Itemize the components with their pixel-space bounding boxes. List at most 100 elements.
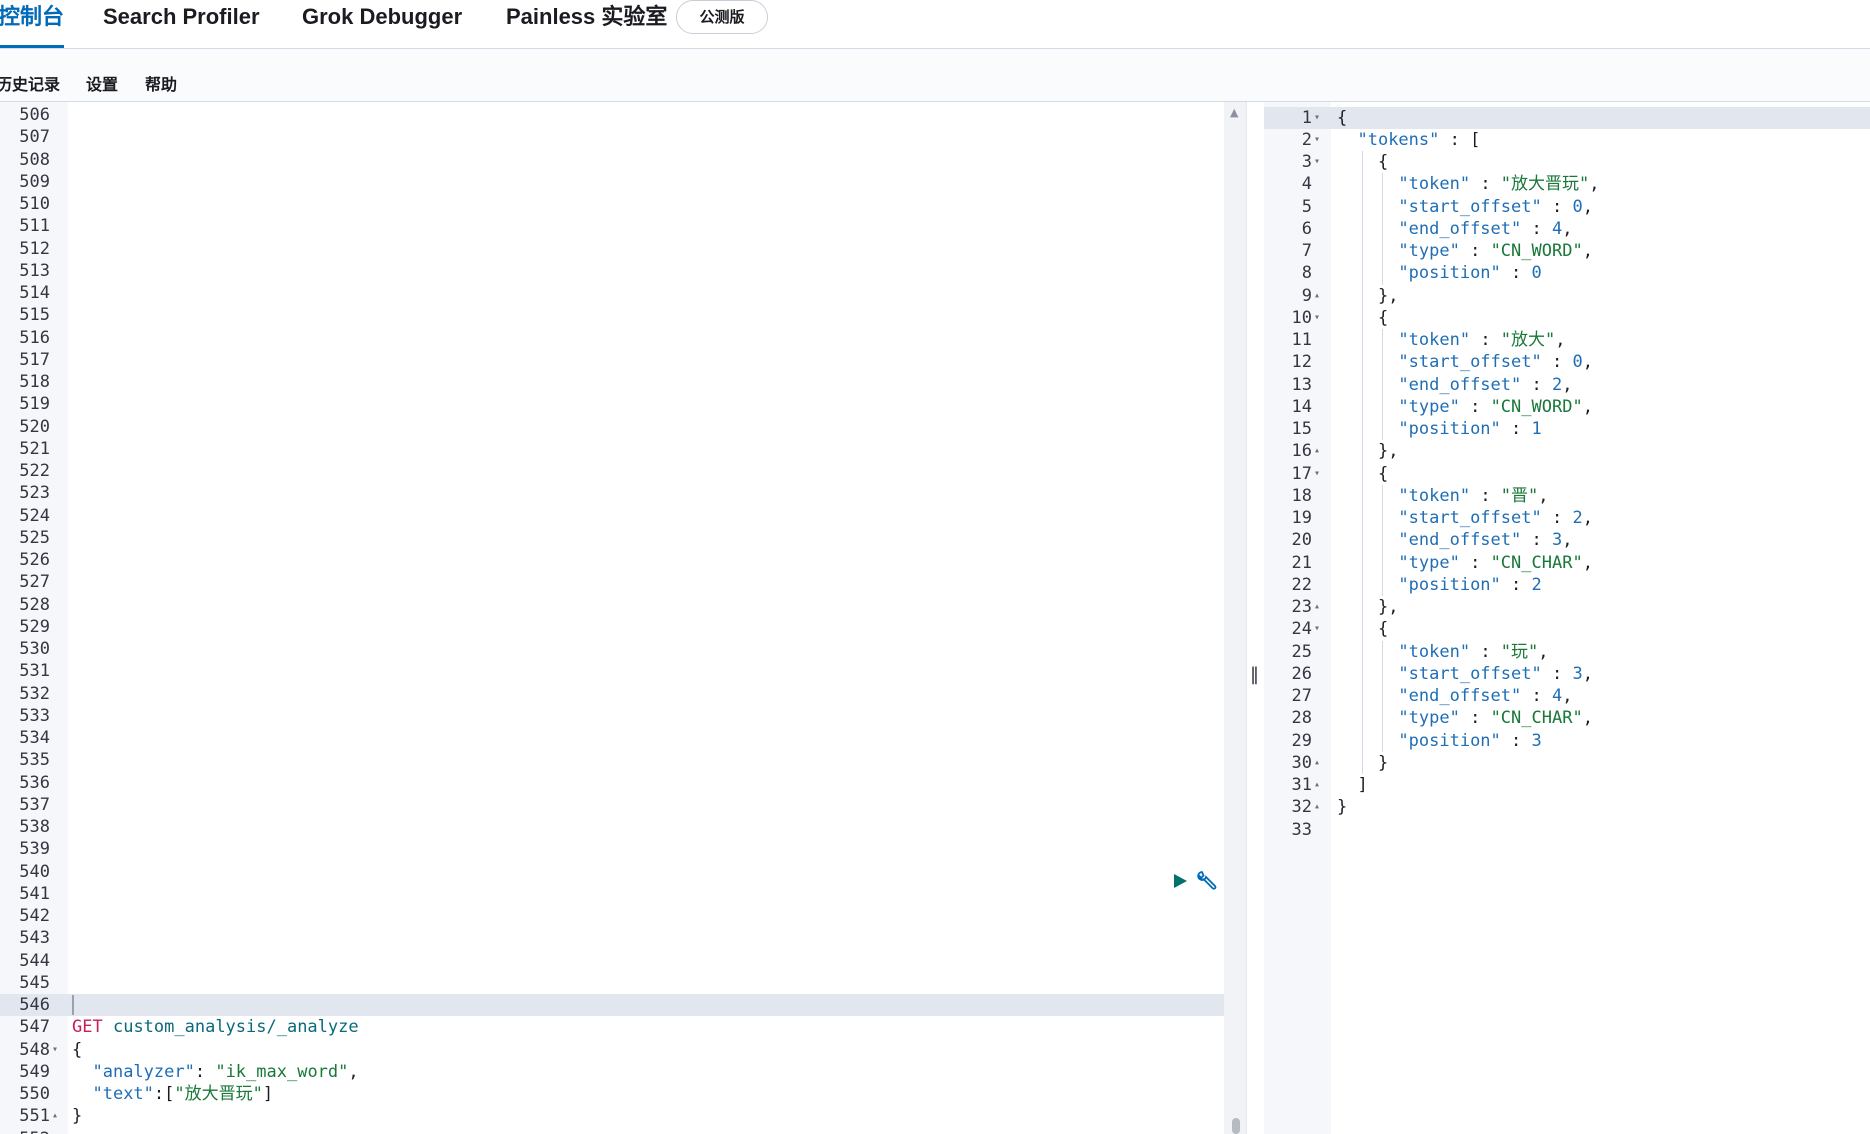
response-code: "type" : "CN_WORD", bbox=[1398, 241, 1593, 261]
request-line[interactable]: 516 bbox=[0, 327, 1246, 349]
scroll-up-icon[interactable]: ▲ bbox=[1230, 106, 1238, 119]
pane-resizer[interactable]: ‖ bbox=[1246, 102, 1264, 1134]
request-line[interactable]: 544 bbox=[0, 950, 1246, 972]
fold-toggle-icon[interactable]: ▾ bbox=[1314, 129, 1320, 151]
request-line[interactable]: 521 bbox=[0, 438, 1246, 460]
response-line: 8 "position" : 0 bbox=[1264, 262, 1870, 284]
request-line[interactable]: 523 bbox=[0, 482, 1246, 504]
fold-toggle-icon[interactable]: ▾ bbox=[1314, 107, 1320, 129]
request-line[interactable]: 551 ▴} bbox=[0, 1105, 1246, 1127]
request-line[interactable]: 513 bbox=[0, 260, 1246, 282]
request-line[interactable]: 530 bbox=[0, 638, 1246, 660]
request-line[interactable]: 538 bbox=[0, 816, 1246, 838]
request-line[interactable]: 524 bbox=[0, 505, 1246, 527]
response-editor[interactable]: 1 ▾{2 ▾ "tokens" : [3 ▾ {4 "token" : "放大晋玩"… bbox=[1264, 102, 1870, 1134]
line-number: 12 bbox=[1291, 352, 1312, 373]
fold-toggle-icon[interactable]: ▴ bbox=[52, 1105, 58, 1127]
request-line[interactable]: 533 bbox=[0, 705, 1246, 727]
request-line[interactable]: 520 bbox=[0, 416, 1246, 438]
tab-grok-debugger[interactable]: Grok Debugger bbox=[302, 0, 462, 48]
request-line[interactable]: 506 bbox=[0, 104, 1246, 126]
request-line[interactable]: 525 bbox=[0, 527, 1246, 549]
response-line: 28 "type" : "CN_CHAR", bbox=[1264, 707, 1870, 729]
request-line[interactable]: 518 bbox=[0, 371, 1246, 393]
line-number: 526 bbox=[19, 550, 50, 570]
fold-toggle-icon[interactable]: ▾ bbox=[1314, 151, 1320, 173]
line-number: 3 bbox=[1301, 152, 1312, 172]
request-editor[interactable]: 506 507 508 509 510 511 512 513 514 515 516 517 518 5… bbox=[0, 102, 1246, 1134]
fold-toggle-icon[interactable]: ▴ bbox=[1314, 774, 1320, 796]
request-line[interactable]: 534 bbox=[0, 727, 1246, 749]
request-line[interactable]: 539 bbox=[0, 838, 1246, 860]
response-line: 33 bbox=[1264, 819, 1870, 841]
fold-toggle-icon[interactable]: ▴ bbox=[1314, 596, 1320, 618]
fold-toggle-icon[interactable]: ▾ bbox=[1314, 307, 1320, 329]
response-line: 15 "position" : 1 bbox=[1264, 418, 1870, 440]
scroll-thumb[interactable] bbox=[1232, 1118, 1240, 1134]
request-line[interactable]: 512 bbox=[0, 238, 1246, 260]
request-code: { bbox=[72, 1039, 83, 1060]
help-link[interactable]: 帮助 bbox=[145, 71, 177, 95]
history-link[interactable]: 历史记录 bbox=[0, 71, 60, 95]
request-line[interactable]: 519 bbox=[0, 393, 1246, 415]
request-line[interactable]: 517 bbox=[0, 349, 1246, 371]
request-line[interactable]: 548 ▾ { bbox=[0, 1039, 1246, 1061]
request-line[interactable]: 508 bbox=[0, 149, 1246, 171]
line-number: 538 bbox=[19, 817, 50, 837]
fold-toggle-icon[interactable]: ▾ bbox=[1314, 463, 1320, 485]
tab-console[interactable]: 控制台 bbox=[0, 0, 65, 48]
line-number: 532 bbox=[19, 683, 50, 704]
line-number: 511 bbox=[19, 216, 50, 237]
fold-toggle-icon[interactable]: ▴ bbox=[1314, 440, 1320, 462]
request-line[interactable]: 543 bbox=[0, 927, 1246, 949]
request-line[interactable]: 511 bbox=[0, 215, 1246, 237]
request-line[interactable]: 528 bbox=[0, 594, 1246, 616]
request-line[interactable]: 537 bbox=[0, 794, 1246, 816]
resize-grip-icon[interactable]: ‖ bbox=[1250, 664, 1259, 685]
send-request-button[interactable] bbox=[1167, 868, 1193, 894]
request-line[interactable]: 507 bbox=[0, 126, 1246, 148]
request-line[interactable]: 526 bbox=[0, 549, 1246, 571]
request-line[interactable]: 550 "text":["放大晋玩"] bbox=[0, 1083, 1246, 1105]
response-code: "type" : "CN_WORD", bbox=[1398, 396, 1593, 417]
request-options-button[interactable] bbox=[1194, 868, 1220, 894]
request-line[interactable]: 535 bbox=[0, 749, 1246, 771]
line-number: 531 bbox=[19, 661, 50, 682]
request-scrollbar[interactable]: ▲ bbox=[1224, 102, 1246, 1134]
request-line[interactable]: 515 bbox=[0, 304, 1246, 326]
response-code: "start_offset" : 2, bbox=[1398, 508, 1593, 528]
fold-toggle-icon[interactable]: ▴ bbox=[1314, 752, 1320, 774]
line-number: 8 bbox=[1301, 263, 1312, 284]
fold-toggle-icon[interactable]: ▴ bbox=[1314, 796, 1320, 818]
settings-link[interactable]: 设置 bbox=[86, 71, 118, 95]
request-line[interactable]: 540 bbox=[0, 861, 1246, 883]
request-line[interactable]: 514 bbox=[0, 282, 1246, 304]
play-icon bbox=[1174, 874, 1187, 888]
request-line[interactable]: 552 bbox=[0, 1128, 1246, 1134]
response-line: 19 "start_offset" : 2, bbox=[1264, 507, 1870, 529]
fold-toggle-icon[interactable]: ▾ bbox=[52, 1039, 58, 1061]
line-number: 519 bbox=[19, 394, 50, 415]
line-number: 547 bbox=[19, 1017, 50, 1038]
request-line[interactable]: 529 bbox=[0, 616, 1246, 638]
tab-painless-lab[interactable]: Painless 实验室 bbox=[506, 0, 667, 48]
fold-toggle-icon[interactable]: ▾ bbox=[1314, 618, 1320, 640]
request-line[interactable]: 542 bbox=[0, 905, 1246, 927]
request-line[interactable]: 531 bbox=[0, 660, 1246, 682]
request-line[interactable]: 527 bbox=[0, 571, 1246, 593]
tab-search-profiler[interactable]: Search Profiler bbox=[103, 0, 260, 48]
request-line[interactable]: 509 bbox=[0, 171, 1246, 193]
request-line[interactable]: 522 bbox=[0, 460, 1246, 482]
request-line[interactable]: 536 bbox=[0, 772, 1246, 794]
request-line[interactable]: 545 bbox=[0, 972, 1246, 994]
request-line[interactable]: 546 bbox=[0, 994, 1246, 1016]
request-line[interactable]: 549 "analyzer": "ik_max_word", bbox=[0, 1061, 1246, 1083]
request-line[interactable]: 510 bbox=[0, 193, 1246, 215]
response-line: 10 ▾ { bbox=[1264, 307, 1870, 329]
line-number: 535 bbox=[19, 750, 50, 771]
request-line[interactable]: 547 GET custom_analysis/_analyze bbox=[0, 1016, 1246, 1038]
line-number: 18 bbox=[1291, 485, 1312, 506]
fold-toggle-icon[interactable]: ▴ bbox=[1314, 285, 1320, 307]
request-line[interactable]: 532 bbox=[0, 683, 1246, 705]
request-line[interactable]: 541 bbox=[0, 883, 1246, 905]
